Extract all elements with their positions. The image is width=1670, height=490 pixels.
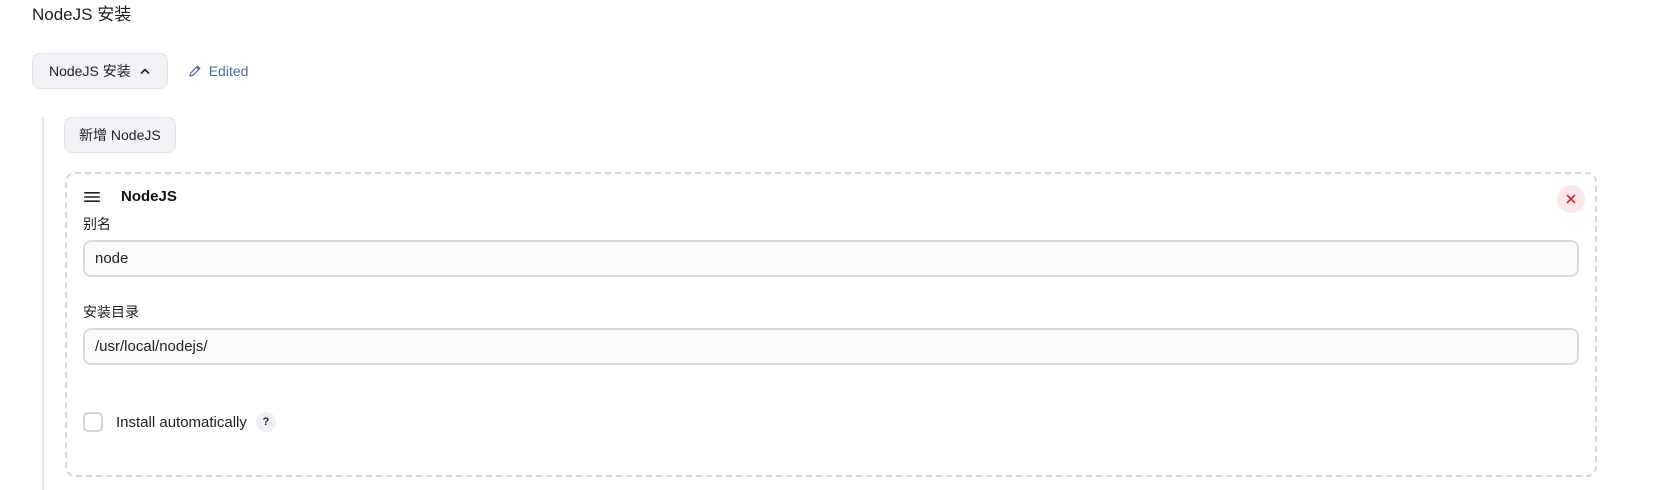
help-icon[interactable]: ? <box>255 412 276 432</box>
collapse-toggle-label: NodeJS 安装 <box>49 63 131 79</box>
nodejs-installations-page: NodeJS 安装 NodeJS 安装 Edited 新增 NodeJS Nod… <box>0 0 1670 490</box>
alias-label: 别名 <box>83 216 111 232</box>
alias-input[interactable] <box>83 240 1579 277</box>
collapse-toggle-button[interactable]: NodeJS 安装 <box>32 53 168 89</box>
nodejs-installation-card: NodeJS 别名 安装目录 Install automatically ? <box>65 172 1597 477</box>
delete-installation-button[interactable] <box>1557 185 1585 213</box>
card-title: NodeJS <box>121 188 177 205</box>
install-dir-input[interactable] <box>83 328 1579 365</box>
auto-install-checkbox[interactable] <box>83 412 103 432</box>
card-header: NodeJS <box>83 188 177 205</box>
install-dir-label: 安装目录 <box>83 304 139 320</box>
auto-install-label: Install automatically <box>116 413 247 431</box>
section-title: NodeJS 安装 <box>32 5 132 24</box>
close-icon <box>1566 194 1576 204</box>
add-nodejs-button[interactable]: 新增 NodeJS <box>64 117 176 153</box>
chevron-up-icon <box>140 68 150 74</box>
section-toggle-row: NodeJS 安装 Edited <box>32 53 248 89</box>
edited-indicator: Edited <box>188 63 249 79</box>
pencil-icon <box>189 65 201 77</box>
drag-handle-icon[interactable] <box>83 190 101 204</box>
indent-rail <box>42 117 44 490</box>
auto-install-row: Install automatically ? <box>83 412 276 432</box>
edited-label: Edited <box>208 63 249 79</box>
